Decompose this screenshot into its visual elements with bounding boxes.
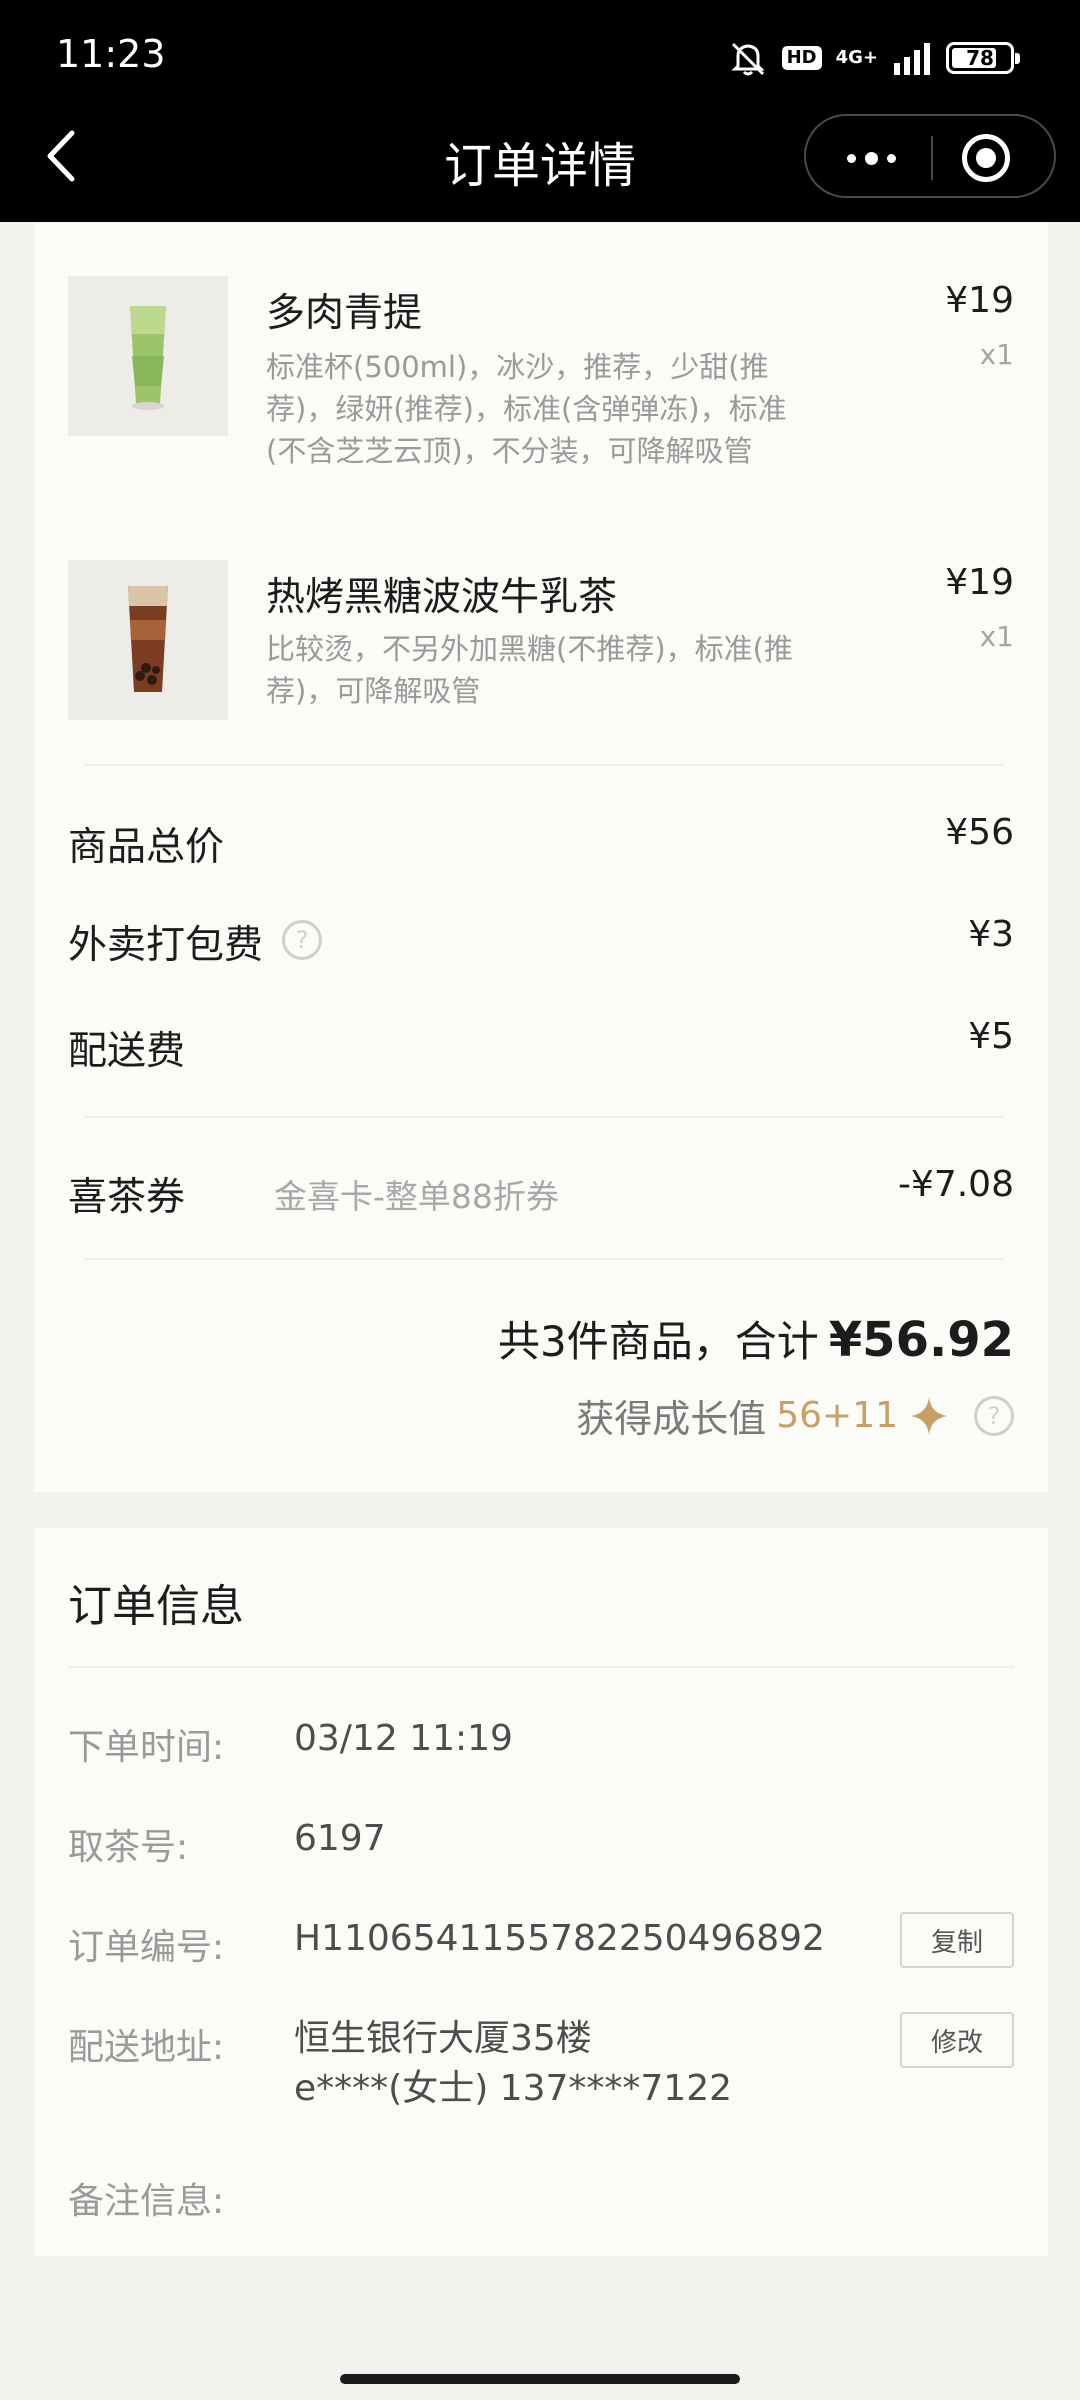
signal-icon xyxy=(894,43,930,75)
growth-value: 56+11 xyxy=(776,1395,898,1436)
divider xyxy=(84,1116,1004,1118)
sparkle-icon xyxy=(910,1396,948,1435)
item-name: 多肉青提 xyxy=(266,291,423,336)
order-summary: 共3件商品，合计 ¥56.92 xyxy=(498,1308,1014,1369)
delivery-fee-label: 配送费 xyxy=(68,1029,186,1074)
more-dots-icon xyxy=(846,153,856,163)
battery-icon: 78 xyxy=(946,42,1020,74)
packing-fee-label: 外卖打包费 xyxy=(68,923,264,968)
help-icon[interactable]: ? xyxy=(282,920,322,960)
order-time-value: 03/12 11:19 xyxy=(294,1718,513,1759)
mini-program-capsule xyxy=(804,114,1056,198)
status-icons: HD 4G+ 78 xyxy=(728,36,1020,80)
delivery-address-label: 配送地址: xyxy=(68,2027,225,2068)
item-options: 比较烫，不另外加黑糖(不推荐)，标准(推 荐)，可降解吸管 xyxy=(266,632,793,708)
item-price: ¥19 xyxy=(945,562,1014,603)
home-indicator[interactable] xyxy=(340,2374,740,2384)
order-info-card xyxy=(34,1528,1048,2256)
divider xyxy=(84,764,1004,766)
mute-bell-icon xyxy=(730,42,765,76)
edit-address-button[interactable]: 修改 xyxy=(900,2012,1014,2068)
product-image xyxy=(68,276,228,436)
item-price: ¥19 xyxy=(945,280,1014,321)
item-quantity: x1 xyxy=(979,620,1014,653)
order-number-value: H1106541155782250496892 xyxy=(294,1918,825,1959)
status-time: 11:23 xyxy=(56,32,166,76)
battery-level: 78 xyxy=(966,46,994,70)
growth-label: 获得成长值 xyxy=(576,1397,767,1441)
packing-fee-value: ¥3 xyxy=(968,914,1014,955)
divider xyxy=(84,1258,1004,1260)
item-name: 热烤黑糖波波牛乳茶 xyxy=(266,575,618,620)
delivery-fee-value: ¥5 xyxy=(968,1016,1014,1057)
product-image xyxy=(68,560,228,720)
divider xyxy=(68,1666,1014,1668)
item-options: 标准杯(500ml)，冰沙，推荐，少甜(推 荐)，绿妍(推荐)，标准(含弹弹冻)… xyxy=(266,350,787,468)
growth-value-row: 获得成长值 56+11 ? xyxy=(576,1388,1014,1443)
coupon-label: 喜茶券 xyxy=(68,1175,186,1220)
coupon-name: 金喜卡-整单88折券 xyxy=(274,1177,559,1216)
pickup-number-label: 取茶号: xyxy=(68,1827,189,1868)
pickup-number-value: 6197 xyxy=(294,1818,386,1859)
remark-label: 备注信息: xyxy=(68,2181,225,2222)
summary-total: ¥56.92 xyxy=(828,1312,1014,1368)
section-title: 订单信息 xyxy=(68,1581,244,1632)
copy-button[interactable]: 复制 xyxy=(900,1912,1014,1968)
goods-total-label: 商品总价 xyxy=(68,825,225,870)
help-icon[interactable]: ? xyxy=(974,1395,1014,1436)
network-type: 4G+ xyxy=(835,47,878,68)
summary-text: 共3件商品，合计 xyxy=(498,1317,819,1366)
target-circle-icon[interactable] xyxy=(962,134,1010,182)
delivery-address-value: 恒生银行大厦35楼 e****(女士) 137****7122 xyxy=(294,2018,733,2109)
order-time-label: 下单时间: xyxy=(68,1727,225,1768)
hd-badge: HD xyxy=(781,46,822,70)
more-button[interactable] xyxy=(826,130,916,186)
goods-total-value: ¥56 xyxy=(945,812,1014,853)
coupon-discount: -¥7.08 xyxy=(897,1164,1014,1205)
item-quantity: x1 xyxy=(979,338,1014,371)
order-number-label: 订单编号: xyxy=(68,1927,225,1968)
